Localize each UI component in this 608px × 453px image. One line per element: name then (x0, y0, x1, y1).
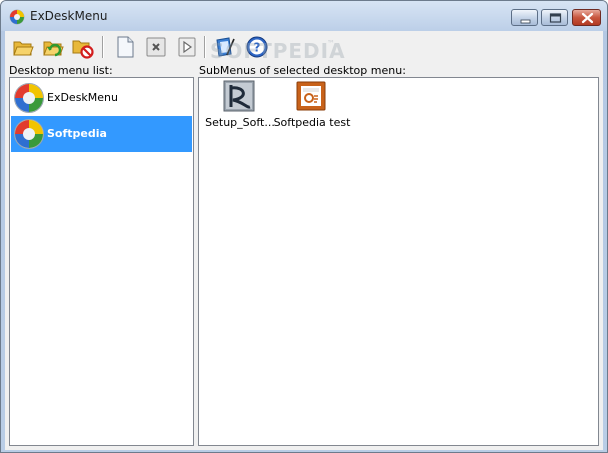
toolbar: ? SOFTPEDIA ™ (5, 31, 603, 63)
submenu-item-softpedia-test[interactable]: Softpedia test (273, 80, 351, 130)
maximize-icon (549, 13, 562, 23)
window-title: ExDeskMenu (30, 9, 108, 23)
close-button[interactable] (572, 9, 601, 26)
run-item-button[interactable] (175, 35, 199, 59)
desktop-menu-list[interactable]: ExDeskMenu Softpedia (9, 77, 194, 446)
submenus-panel[interactable]: Setup_Soft... Softpedia test (198, 77, 599, 446)
close-icon (581, 12, 594, 24)
submenu-item-label: Softpedia test (273, 116, 351, 129)
toolbar-separator (204, 36, 206, 58)
menu-item-label: Softpedia (47, 127, 107, 140)
submenu-item-setup[interactable]: Setup_Soft... (201, 80, 279, 130)
open-folder-button[interactable] (11, 35, 35, 59)
menu-item-softpedia[interactable]: Softpedia (11, 116, 192, 152)
play-icon (178, 37, 196, 57)
minimize-button[interactable] (511, 9, 538, 26)
watermark-trademark: ™ (327, 39, 335, 48)
app-window: ExDeskMenu ? SOFTPEDIA ™ Desktop menu li… (0, 0, 608, 453)
open-folder-icon (13, 41, 34, 56)
new-item-button[interactable] (113, 35, 137, 59)
delete-x-icon (146, 37, 166, 57)
minimize-icon (520, 19, 531, 24)
no-entry-folder-icon (72, 40, 94, 59)
exdeskmenu-logo-icon (9, 9, 25, 25)
refresh-folder-icon (43, 41, 64, 57)
toolbar-separator (102, 36, 104, 58)
refresh-folder-button[interactable] (41, 35, 65, 59)
presentation-file-icon (296, 81, 326, 111)
submenu-item-label: Setup_Soft... (205, 116, 275, 129)
menu-item-exdeskmenu[interactable]: ExDeskMenu (11, 80, 192, 116)
desktop-menu-list-label: Desktop menu list: (9, 64, 113, 77)
submenus-label: SubMenus of selected desktop menu: (199, 64, 406, 77)
maximize-button[interactable] (541, 9, 568, 26)
new-document-icon (117, 36, 134, 58)
exdeskmenu-logo-icon (13, 118, 45, 150)
delete-item-button[interactable] (144, 35, 168, 59)
menu-item-label: ExDeskMenu (47, 91, 119, 104)
watermark: SOFTPEDIA (210, 39, 346, 63)
title-bar[interactable]: ExDeskMenu (1, 1, 607, 31)
remove-folder-button[interactable] (71, 35, 95, 59)
setup-installer-icon (223, 80, 255, 112)
exdeskmenu-logo-icon (13, 82, 45, 114)
client-area: ? SOFTPEDIA ™ Desktop menu list: SubMenu… (5, 31, 603, 450)
